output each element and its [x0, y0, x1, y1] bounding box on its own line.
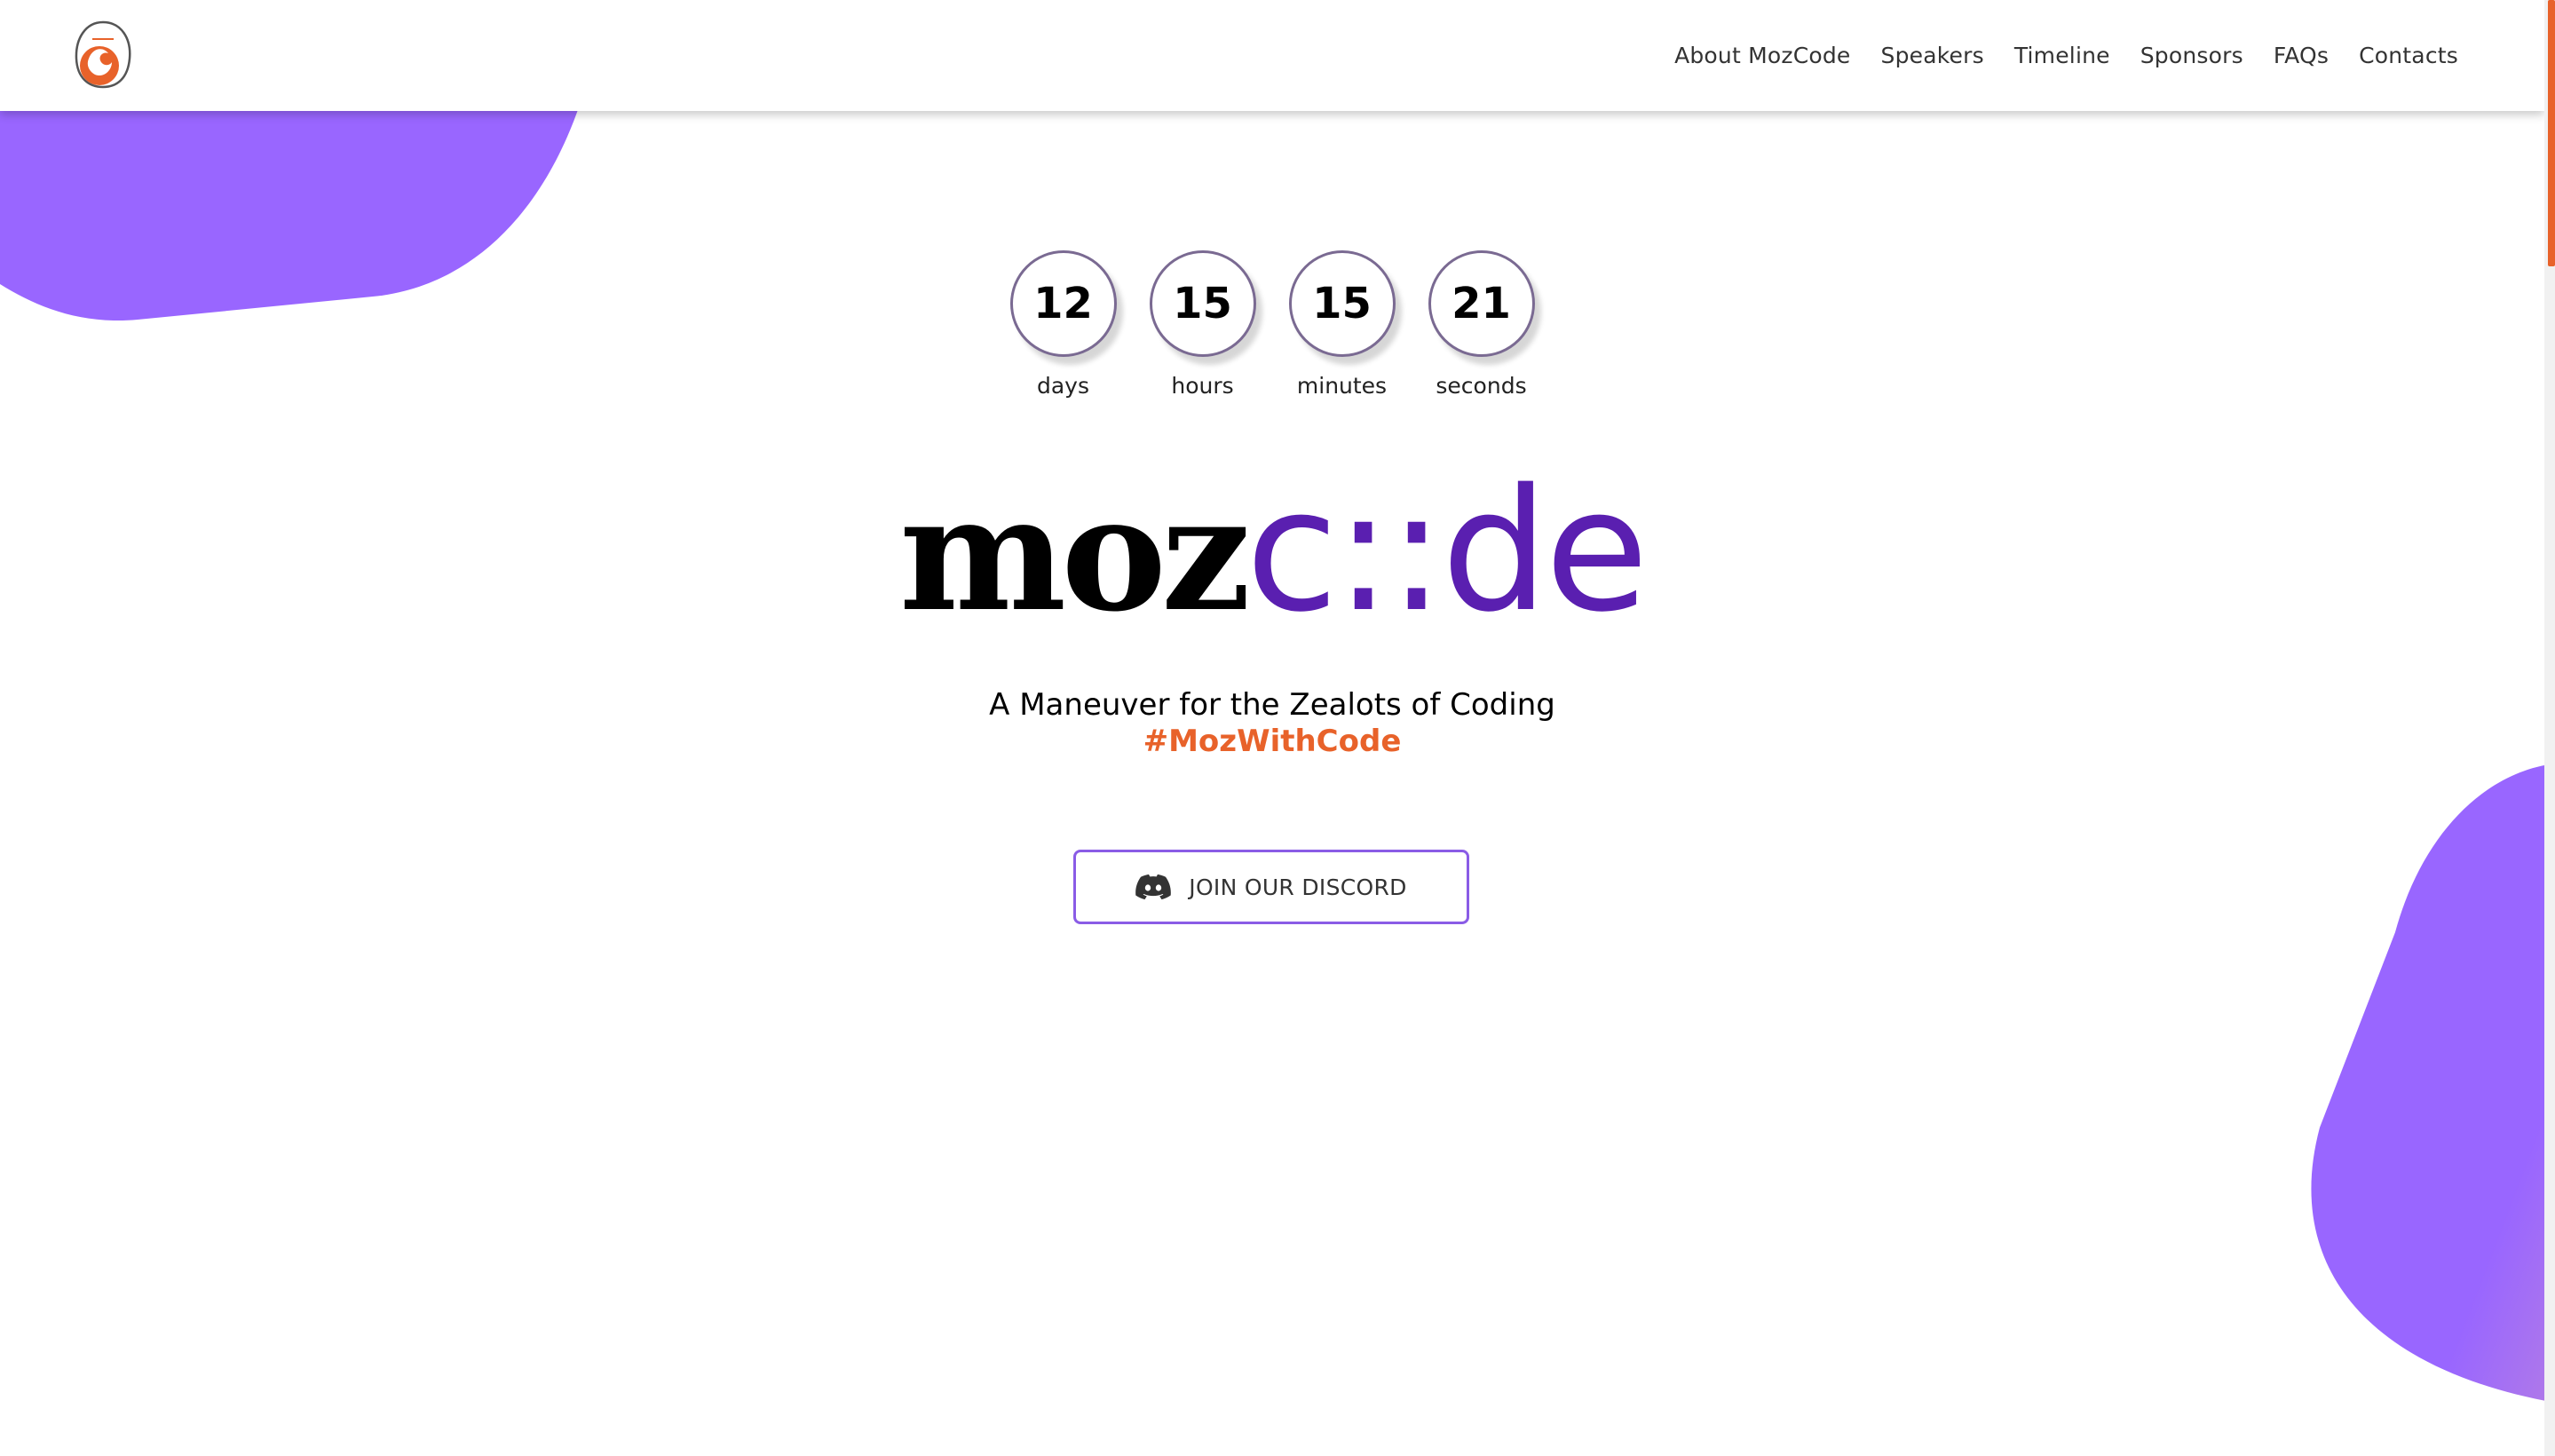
decorative-blob-bottom-right [2306, 746, 2555, 1403]
mozcode-logo-icon[interactable] [73, 20, 133, 91]
nav-link-timeline[interactable]: Timeline [2014, 43, 2110, 68]
nav-link-speakers[interactable]: Speakers [1881, 43, 1984, 68]
landing-page: About MozCode Speakers Timeline Sponsors… [0, 0, 2555, 1456]
nav-link-contacts[interactable]: Contacts [2359, 43, 2458, 68]
countdown-hours: 15 hours [1149, 250, 1256, 399]
discord-icon [1135, 874, 1172, 900]
countdown-minutes-label: minutes [1296, 373, 1388, 399]
countdown-circle: 12 [1009, 250, 1117, 357]
countdown-days: 12 days [1009, 250, 1117, 399]
scrollbar-thumb[interactable] [2548, 0, 2555, 266]
hero-tagline: A Maneuver for the Zealots of Coding [989, 687, 1555, 723]
join-discord-button[interactable]: JOIN OUR DISCORD [1073, 850, 1469, 924]
join-discord-label: JOIN OUR DISCORD [1189, 874, 1407, 900]
wordmark-code: c::de [1246, 453, 1649, 649]
mozcode-wordmark: mozc::de [0, 453, 2544, 649]
nav-link-faqs[interactable]: FAQs [2274, 43, 2329, 68]
countdown-minutes-value: 15 [1312, 279, 1372, 328]
countdown-timer: 12 days 15 hours 15 minutes 21 seconds [0, 250, 2544, 399]
wordmark-moz: moz [898, 461, 1251, 646]
countdown-seconds-label: seconds [1436, 373, 1527, 399]
page-scrollbar[interactable] [2544, 0, 2555, 1456]
countdown-minutes: 15 minutes [1288, 250, 1396, 399]
countdown-days-value: 12 [1033, 279, 1093, 328]
main-nav: About MozCode Speakers Timeline Sponsors… [1674, 0, 2458, 111]
site-header: About MozCode Speakers Timeline Sponsors… [0, 0, 2544, 111]
countdown-hours-value: 15 [1173, 279, 1232, 328]
nav-link-about[interactable]: About MozCode [1674, 43, 1850, 68]
countdown-seconds: 21 seconds [1428, 250, 1535, 399]
countdown-circle: 15 [1149, 250, 1256, 357]
countdown-circle: 15 [1288, 250, 1396, 357]
countdown-hours-label: hours [1171, 373, 1234, 399]
countdown-circle: 21 [1428, 250, 1535, 357]
countdown-seconds-value: 21 [1452, 279, 1511, 328]
hero-hashtag: #MozWithCode [1143, 724, 1402, 759]
nav-link-sponsors[interactable]: Sponsors [2140, 43, 2243, 68]
countdown-days-label: days [1036, 373, 1089, 399]
